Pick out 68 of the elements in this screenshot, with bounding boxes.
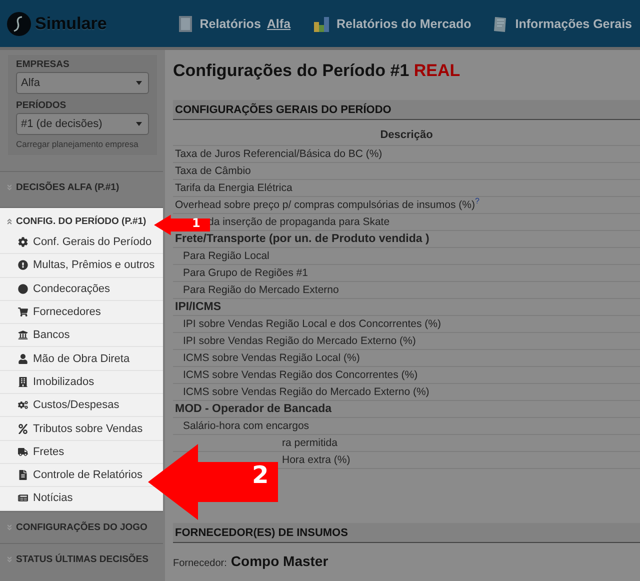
document-icon	[18, 470, 28, 480]
menu-item[interactable]: Tributos sobre Vendas	[18, 422, 143, 435]
building-icon	[18, 376, 28, 387]
menu-item[interactable]: Multas, Prêmios e outros	[18, 259, 155, 272]
menu-item[interactable]: Bancos	[18, 329, 70, 342]
caret-icon	[136, 81, 142, 85]
table-cell: Para Região do Mercado Externo	[173, 282, 640, 299]
nav-link[interactable]: Relatórios do Mercado	[336, 16, 472, 30]
table-cell: IPI sobre Vendas Região do Mercado Externo (%)	[173, 333, 640, 350]
table-cell: ra permitida	[173, 435, 640, 452]
company-dropdown[interactable]: Alfa	[16, 72, 149, 94]
percent-icon	[18, 424, 28, 434]
menu-item[interactable]: Controle de Relatórios	[18, 469, 142, 482]
nav-link[interactable]: Alfa	[266, 16, 291, 30]
caret-icon	[136, 122, 142, 126]
menu-item[interactable]: Notícias	[18, 492, 73, 504]
table-cell: Tarifa da Energia Elétrica	[173, 180, 640, 197]
newspaper-icon	[18, 493, 28, 504]
supplier-label: Fornecedor:	[173, 558, 227, 569]
supplier-name: Compo Master	[230, 553, 328, 569]
nav-link[interactable]: Relatórios	[200, 16, 261, 30]
nav-link[interactable]: Informações Gerais	[515, 16, 632, 30]
table-cell: Overhead sobre preço p/ compras compulsórias de insumos (%)$^{?}$	[173, 197, 640, 214]
bank-icon	[18, 330, 28, 340]
menu-item[interactable]: Conf. Gerais do Período	[18, 236, 152, 248]
table-cell: ICMS sobre Vendas Região dos Concorrentes (%)	[173, 367, 640, 384]
menu-item[interactable]: Custos/Despesas	[18, 399, 120, 412]
table-cell: Para Região Local	[173, 248, 640, 265]
table-cell: Para Grupo de Regiões #1	[173, 265, 640, 282]
group-heading: IPI/ICMS	[173, 299, 640, 316]
table-cell: Taxa de Câmbio	[173, 163, 640, 180]
table-cell: ICMS sobre Vendas Região do Mercado Externo (%)	[173, 384, 640, 401]
menu-item[interactable]: Fornecedores	[18, 306, 101, 318]
cart-icon	[18, 307, 28, 318]
field-label: PERÍODOS	[16, 100, 68, 111]
chevron-down-icon	[6, 524, 13, 531]
group-heading: MOD - Operador de Bancada	[173, 401, 640, 418]
gear-icon	[18, 237, 28, 248]
chevron-down-icon	[6, 556, 13, 563]
section-header[interactable]: STATUS ÚLTIMAS DECISÕES	[6, 554, 148, 565]
chevron-up-icon	[6, 218, 13, 225]
book-icon	[178, 14, 194, 32]
table-cell: Salário-hora com encargos	[173, 418, 640, 435]
bar-chart-icon	[312, 14, 331, 32]
table-cell: IPI sobre Vendas Região Local e dos Concorrentes (%)	[173, 316, 640, 333]
section-heading: FORNECEDOR(ES) DE INSUMOS	[173, 523, 640, 543]
section-header[interactable]: CONFIG. DO PERÍODO (P.#1)	[6, 216, 146, 227]
truck-icon	[18, 446, 28, 457]
chevron-down-icon	[6, 184, 13, 191]
field-label: EMPRESAS	[16, 59, 70, 70]
table-cell: Taxa de Juros Referencial/Básica do BC (%)	[173, 146, 640, 163]
section-header[interactable]: DECISÕES ALFA (P.#1)	[6, 182, 120, 193]
user-icon	[18, 354, 28, 364]
annotation-number: 1	[192, 216, 200, 230]
section-header[interactable]: CONFIGURAÇÕES DO JOGO	[6, 522, 148, 533]
logo-icon	[6, 10, 32, 36]
period-dropdown[interactable]: #1 (de decisões)	[16, 113, 149, 135]
column-header: Descrição	[173, 129, 640, 146]
menu-item[interactable]: Condecorações	[18, 282, 110, 295]
circle-icon	[18, 284, 28, 294]
logo-text: Simulare	[35, 14, 107, 34]
table-cell: ICMS sobre Vendas Região Local (%)	[173, 350, 640, 367]
section-heading: CONFIGURAÇÕES GERAIS DO PERÍODO	[173, 100, 640, 120]
menu-item[interactable]: Mão de Obra Direta	[18, 352, 130, 365]
menu-item[interactable]: Imobilizados	[18, 376, 94, 388]
page-title: Configurações do Período #1 REAL	[173, 61, 462, 82]
menu-item[interactable]: Fretes	[18, 446, 64, 458]
gears-icon	[18, 400, 28, 410]
